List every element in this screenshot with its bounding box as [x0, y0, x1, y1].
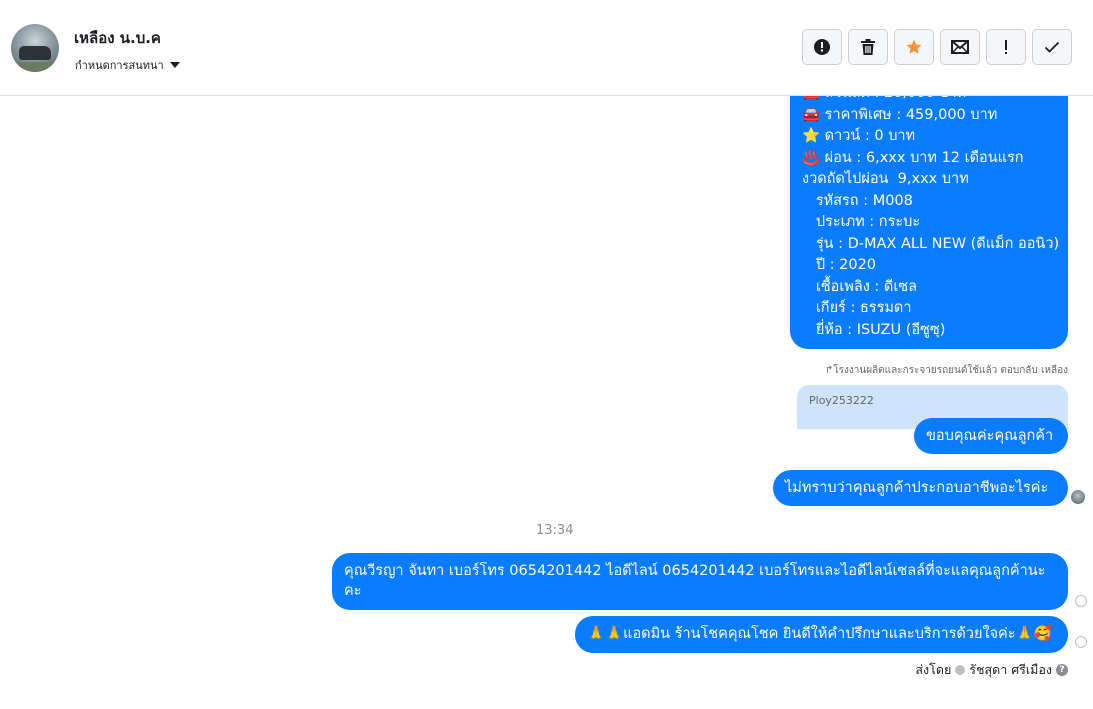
delivered-check-icon	[1075, 595, 1087, 607]
message-thanks: ขอบคุณค่ะคุณลูกค้า	[914, 418, 1068, 454]
conversation-settings-label: กำหนดการสนทนา	[75, 59, 164, 72]
car-details-line: 🚘 ราคาพิเศษ : 459,000 บาท	[802, 106, 998, 123]
car-details-line: ♨️ ผ่อน : 6,xxx บาท 12 เดือนแรก	[802, 149, 1024, 166]
done-button[interactable]	[1032, 29, 1072, 65]
message-admin-text: แอดมิน ร้านโชคคุณโชค ยินดีให้คำปรึกษาและ…	[623, 626, 1016, 642]
conversation-settings-dropdown[interactable]: กำหนดการสนทนา	[75, 56, 180, 74]
conversation-view: เหลือง น.บ.ค กำหนดการสนทนา 🚘 ราคาพิเศษ:…	[0, 0, 1093, 709]
sender-name[interactable]: รัชสุดา ศรีเมือง	[969, 660, 1052, 680]
contact-avatar[interactable]	[11, 24, 59, 72]
sent-by-label: ส่งโดย	[915, 662, 952, 677]
action-toolbar	[802, 29, 1072, 65]
conversation-header: เหลือง น.บ.ค กำหนดการสนทนา	[0, 0, 1093, 96]
reply-meta-text: โรงงานผลิตและกระจายรถยนต์ใช้แล้ว ตอบกลับ…	[833, 365, 1068, 376]
timestamp: 13:34	[536, 523, 574, 538]
message-admin: 🙏🙏แอดมิน ร้านโชคคุณโชค ยินดีให้คำปรึกษาแ…	[575, 616, 1068, 653]
car-details-line: เกียร์ : ธรรมดา	[802, 300, 912, 316]
car-details-line: เชื้อเพลิง : ดีเซล	[802, 278, 918, 295]
envelope-icon	[951, 40, 969, 54]
delivered-check-icon	[1075, 636, 1087, 648]
report-button[interactable]	[802, 29, 842, 65]
car-details-line: ปี : 2020	[802, 257, 877, 273]
exclamation-icon	[1005, 40, 1007, 54]
alert-circle-icon	[814, 39, 830, 55]
sent-by: ส่งโดย รัชสุดา ศรีเมือง ?	[915, 660, 1068, 680]
trash-icon	[861, 39, 875, 55]
car-details-line: รหัสรถ : M008	[802, 192, 913, 209]
verified-icon	[955, 665, 966, 675]
car-details-line: ยี่ห้อ : ISUZU (อีซูซุ)	[802, 321, 946, 338]
contact-name[interactable]: เหลือง น.บ.ค	[74, 26, 161, 50]
help-icon[interactable]: ?	[1056, 664, 1068, 676]
seen-avatar	[1071, 490, 1085, 504]
pray-smile-emoji: 🙏🥰	[1015, 626, 1052, 642]
car-details-line: ประเภท : กระบะ	[802, 214, 921, 230]
message-contact-info: คุณวีรญา จันทา เบอร์โทร 0654201442 ไอดีไ…	[332, 553, 1068, 610]
message-ask-occupation: ไม่ทราบว่าคุณลูกค้าประกอบอาชีพอะไรค่ะ	[773, 470, 1068, 506]
avatar-ground	[11, 62, 59, 72]
pray-emoji: 🙏🙏	[587, 626, 624, 642]
delete-button[interactable]	[848, 29, 888, 65]
star-icon	[906, 39, 922, 54]
check-icon	[1044, 41, 1060, 53]
avatar-car	[19, 46, 51, 60]
mark-unread-button[interactable]	[940, 29, 980, 65]
reply-arrow-icon: ↱	[824, 365, 834, 376]
car-details-line: ⭐ ดาวน์ : 0 บาท	[802, 128, 916, 144]
reply-meta: ↱โรงงานผลิตและกระจายรถยนต์ใช้แล้ว ตอบกลั…	[825, 363, 1068, 378]
car-details-lines: 🚘 ส่วนลด : 20,000 บาท🚘 ราคาพิเศษ : 459,0…	[802, 83, 1059, 341]
spam-button[interactable]	[986, 29, 1026, 65]
star-button[interactable]	[894, 29, 934, 65]
car-details-line: รุ่น : D-MAX ALL NEW (ดีแม็ก ออนิว)	[802, 235, 1060, 252]
caret-down-icon	[169, 62, 180, 68]
car-details-line: งวดถัดไปผ่อน 9,xxx บาท	[802, 171, 969, 187]
